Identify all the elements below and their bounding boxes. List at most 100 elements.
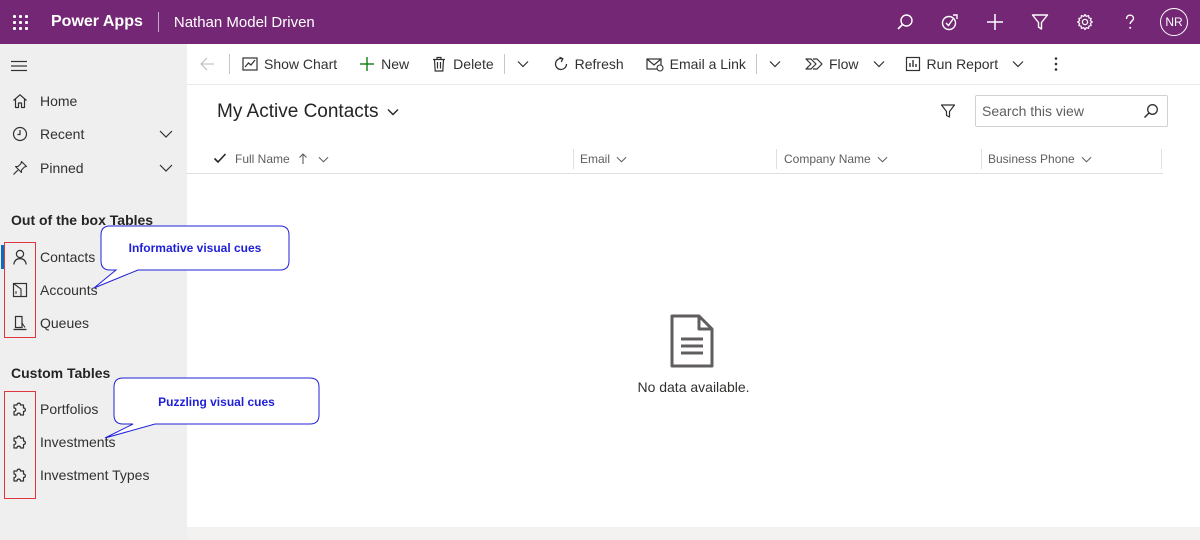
chevron-down-icon[interactable] [873,58,885,70]
column-header-company-name[interactable]: Company Name [784,144,888,174]
flow-icon [805,58,823,70]
settings-button[interactable] [1062,0,1107,44]
chart-icon [242,57,258,71]
add-icon [986,14,1003,30]
footer-strip [187,527,1200,540]
sidebar-item-label: Recent [40,126,85,142]
avatar[interactable]: NR [1160,8,1188,36]
pin-icon [13,160,28,175]
flow-button[interactable]: Flow [795,44,893,85]
callout-bubble-informative [93,225,290,289]
column-header-email[interactable]: Email [580,144,627,174]
chevron-down-icon [1081,156,1092,163]
assistant-icon [941,14,958,31]
title-divider [157,12,159,32]
trash-icon [433,56,446,72]
delete-more-button[interactable] [507,44,543,85]
column-header-full-name[interactable]: Full Name [235,144,329,174]
plus-icon [360,57,375,71]
chevron-down-icon [387,109,399,116]
sidebar-item-pinned[interactable]: Pinned [0,152,187,184]
chevron-down-icon [769,61,781,68]
search-icon [896,14,913,30]
delete-button[interactable]: Delete [417,44,501,85]
hamburger-icon [11,60,27,72]
sort-ascending-icon [298,153,307,164]
filter-icon [1031,14,1048,30]
search-view-input[interactable]: Search this view [975,95,1168,127]
column-header-business-phone[interactable]: Business Phone [988,144,1092,174]
command-separator [755,54,757,74]
highlight-box-informative [4,242,36,338]
search-placeholder: Search this view [982,103,1084,119]
filter-button[interactable] [1017,0,1062,44]
waffle-icon [12,14,28,30]
assistant-button[interactable] [927,0,972,44]
filter-icon [940,104,956,118]
grid-header: Full Name Email Company Name Business Ph… [187,144,1163,174]
column-label: Business Phone [988,152,1075,166]
chevron-down-icon[interactable] [159,161,173,175]
sidebar-item-label: Home [40,93,78,109]
column-divider [776,149,777,169]
email-more-button[interactable] [759,44,795,85]
command-separator [503,54,505,74]
help-button[interactable] [1107,0,1152,44]
command-label: Show Chart [264,56,338,72]
view-selector[interactable]: My Active Contacts [217,101,399,123]
highlight-box-puzzling [4,391,36,499]
column-label: Full Name [235,152,290,166]
sidebar-item-label: Portfolios [40,401,99,417]
command-label: Delete [453,56,494,72]
column-divider [1161,149,1162,169]
refresh-icon [554,56,567,71]
view-title: My Active Contacts [217,101,379,122]
sidebar-item-recent[interactable]: Recent [0,118,187,150]
callout-bubble-puzzling [104,377,320,439]
email-link-button[interactable]: Email a Link [632,44,754,85]
email-link-icon [646,58,664,72]
sidebar-item-label: Pinned [40,160,84,176]
search-button[interactable] [882,0,927,44]
back-arrow-icon [200,57,214,71]
callout-text-informative: Informative visual cues [128,241,262,255]
view-filter-button[interactable] [940,103,956,122]
column-label: Email [580,152,611,166]
sidebar-item-label: Queues [40,315,90,331]
main-content: Show Chart New Delete Refresh Email a Li… [187,44,1200,527]
chevron-down-icon [616,156,627,163]
new-button[interactable]: New [345,44,417,85]
home-icon [13,94,27,109]
help-icon [1125,14,1134,29]
run-report-button[interactable]: Run Report [893,44,1033,85]
search-icon[interactable] [1143,103,1159,119]
chevron-down-icon[interactable] [1012,58,1024,70]
command-label: Refresh [574,56,624,72]
select-all-checkmark-icon[interactable] [213,151,227,165]
show-chart-button[interactable]: Show Chart [232,44,345,85]
refresh-button[interactable]: Refresh [543,44,632,85]
column-divider [981,149,982,169]
more-vertical-icon [1054,57,1058,71]
settings-icon [1076,13,1093,31]
more-commands-button[interactable] [1032,44,1066,85]
chevron-down-icon[interactable] [159,127,173,141]
back-button[interactable] [187,44,227,85]
command-label: Email a Link [669,56,746,72]
command-bar: Show Chart New Delete Refresh Email a Li… [187,44,1200,85]
command-separator [229,54,230,74]
sidebar-toggle-button[interactable] [11,59,27,75]
command-label: Flow [828,56,859,72]
environment-name[interactable]: Nathan Model Driven [174,14,315,31]
report-icon [905,56,920,72]
app-launcher-button[interactable] [0,0,40,44]
add-button[interactable] [972,0,1017,44]
clock-icon [12,126,28,142]
sidebar-item-home[interactable]: Home [0,85,187,117]
command-label: Run Report [926,56,999,72]
chevron-down-icon [318,156,329,163]
command-label: New [381,56,410,72]
app-name[interactable]: Power Apps [51,13,143,31]
empty-state-message: No data available. [637,379,750,395]
chevron-down-icon [517,61,529,68]
